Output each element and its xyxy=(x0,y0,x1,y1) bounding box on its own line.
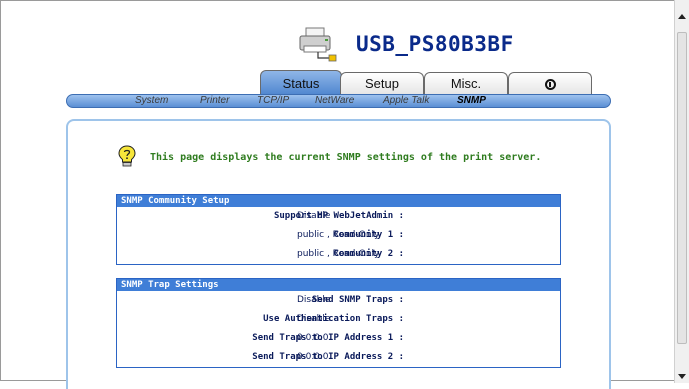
setting-label: Support HP WebJetAdmin : xyxy=(273,211,404,221)
setting-value: 0.0.0.0 xyxy=(297,352,329,362)
subnav-netware[interactable]: NetWare xyxy=(315,95,354,107)
tab-setup[interactable]: Setup xyxy=(340,72,424,94)
setting-value: public , Read-Only xyxy=(297,249,380,259)
device-name: USB_PS80B3BF xyxy=(356,32,514,56)
setting-row: Support HP WebJetAdmin : Disable xyxy=(117,207,560,226)
setting-value: 0.0.0.0 xyxy=(297,333,329,343)
setting-row: Community 1 : public , Read-Only xyxy=(117,226,560,245)
intro-text: This page displays the current SNMP sett… xyxy=(150,152,542,163)
scroll-down-arrow-icon[interactable] xyxy=(678,374,686,379)
tab-status-label: Status xyxy=(282,76,320,91)
scroll-up-arrow-icon[interactable] xyxy=(678,14,686,19)
tab-status[interactable]: Status xyxy=(260,70,342,95)
setting-value: Disable xyxy=(297,295,331,305)
power-icon xyxy=(544,79,556,90)
setting-row: Send SNMP Traps : Disable xyxy=(117,291,560,310)
tab-setup-label: Setup xyxy=(365,76,399,91)
lightbulb-help-icon xyxy=(118,145,136,167)
setting-value: Disable xyxy=(297,314,331,324)
subnav-tcpip[interactable]: TCP/IP xyxy=(257,95,289,107)
tab-misc[interactable]: Misc. xyxy=(424,72,508,94)
tab-misc-label: Misc. xyxy=(450,76,482,91)
section-title: SNMP Trap Settings xyxy=(117,279,560,291)
vertical-scrollbar[interactable] xyxy=(674,0,689,383)
setting-row: Use Authentication Traps : Disable xyxy=(117,310,560,329)
subnav-snmp[interactable]: SNMP xyxy=(457,95,486,107)
section-title: SNMP Community Setup xyxy=(117,195,560,207)
snmp-community-section: SNMP Community Setup Support HP WebJetAd… xyxy=(116,194,561,265)
setting-value: public , Read-Only xyxy=(297,230,380,240)
subnav-system[interactable]: System xyxy=(135,95,168,107)
snmp-trap-section: SNMP Trap Settings Send SNMP Traps : Dis… xyxy=(116,278,561,368)
setting-row: Community 2 : public , Read-Only xyxy=(117,245,560,264)
sub-navigation-bar: System Printer TCP/IP NetWare Apple Talk… xyxy=(66,94,611,108)
tab-power[interactable] xyxy=(508,72,592,94)
printer-icon xyxy=(299,27,337,62)
setting-value: Disable xyxy=(297,211,331,221)
scroll-thumb[interactable] xyxy=(677,32,687,344)
subnav-appletalk[interactable]: Apple Talk xyxy=(383,95,429,107)
setting-row: Send Traps to IP Address 2 : 0.0.0.0 xyxy=(117,348,560,367)
setting-label: Use Authentication Traps : xyxy=(263,314,404,324)
subnav-printer[interactable]: Printer xyxy=(200,95,229,107)
setting-row: Send Traps to IP Address 1 : 0.0.0.0 xyxy=(117,329,560,348)
